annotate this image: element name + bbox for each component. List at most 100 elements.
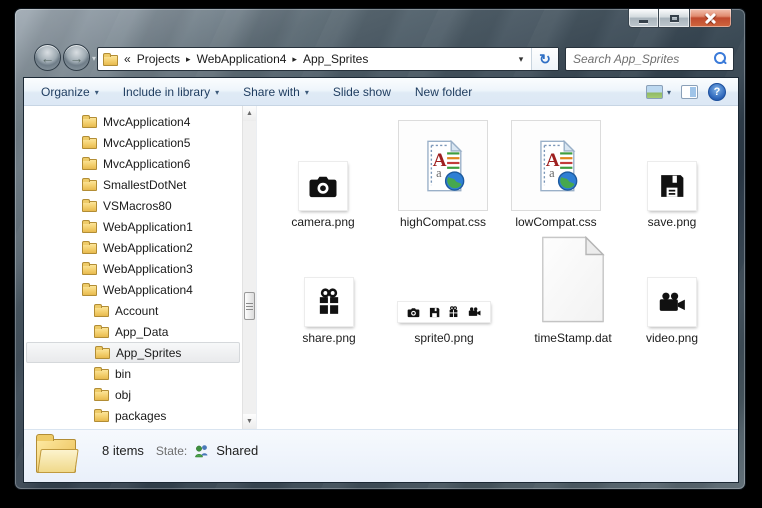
camera-icon [299, 162, 347, 210]
tree-item-mvcapplication6[interactable]: MvcApplication6 [24, 153, 242, 174]
tree-item-partial[interactable] [24, 426, 242, 429]
tree-item-account[interactable]: Account [24, 300, 242, 321]
folder-icon [82, 199, 97, 212]
breadcrumb-segment-webapplication4[interactable]: WebApplication4 [197, 52, 287, 66]
tree-item-bin[interactable]: bin [24, 363, 242, 384]
slide-show-button[interactable]: Slide show [324, 81, 400, 103]
camera-icon [407, 307, 420, 317]
address-bar[interactable]: « Projects ▸ WebApplication4 ▸ App_Sprit… [97, 47, 559, 71]
chevron-down-icon: ▾ [94, 87, 99, 97]
tree-item-packages[interactable]: packages [24, 405, 242, 426]
breadcrumb-segment-projects[interactable]: Projects [137, 52, 180, 66]
details-text: 8 items State: Shared [102, 443, 258, 458]
breadcrumb-overflow[interactable]: « [124, 52, 131, 66]
scrollbar-thumb[interactable] [244, 292, 255, 320]
breadcrumb-separator-icon[interactable]: ▸ [186, 54, 191, 65]
file-item-video-png[interactable]: video.png [612, 236, 732, 345]
explorer-window: ← → ▾ « Projects ▸ WebApplication4 ▸ App… [14, 8, 746, 490]
css-document-icon: A a [511, 120, 601, 211]
tree-item-webapplication2[interactable]: WebApplication2 [24, 237, 242, 258]
file-name: timeStamp.dat [534, 331, 612, 345]
file-item-sprite0-png[interactable]: sprite0.png [384, 236, 504, 345]
tree-item-smallestdotnet[interactable]: SmallestDotNet [24, 174, 242, 195]
new-folder-button[interactable]: New folder [406, 81, 481, 103]
folder-icon [94, 367, 109, 380]
folder-icon [82, 262, 97, 275]
views-icon [645, 84, 663, 99]
slide-show-label: Slide show [332, 84, 391, 99]
folder-icon [94, 325, 109, 338]
forward-button[interactable]: → [63, 44, 90, 71]
tree-item-vsmacros80[interactable]: VSMacros80 [24, 195, 242, 216]
tree-item-mvcapplication4[interactable]: MvcApplication4 [24, 111, 242, 132]
folder-icon [94, 388, 109, 401]
pane-splitter[interactable] [256, 106, 269, 429]
toolbar-right-group: ▾ ? [645, 82, 738, 101]
minimize-button[interactable] [628, 9, 659, 28]
chevron-down-icon: ▾ [215, 87, 220, 97]
include-in-library-button[interactable]: Include in library ▾ [114, 81, 228, 103]
svg-text:a: a [436, 165, 442, 179]
navigation-pane: MvcApplication4 MvcApplication5 MvcAppli… [24, 106, 256, 429]
scroll-down-button[interactable]: ▼ [243, 414, 256, 429]
folder-icon [82, 241, 97, 254]
tree-item-webapplication1[interactable]: WebApplication1 [24, 216, 242, 237]
chevron-down-icon: ▾ [304, 87, 309, 97]
folder-icon [95, 346, 110, 359]
folder-icon [94, 304, 109, 317]
save-icon [429, 307, 439, 317]
back-button[interactable]: ← [34, 44, 61, 71]
search-icon[interactable] [711, 50, 729, 68]
tree-item-app-sprites-selected[interactable]: App_Sprites [26, 342, 240, 363]
minimize-icon [639, 19, 648, 23]
tree-item-webapplication4[interactable]: WebApplication4 [24, 279, 242, 300]
explorer-body: MvcApplication4 MvcApplication5 MvcAppli… [24, 106, 738, 429]
folder-icon [82, 220, 97, 233]
item-count: 8 items [102, 443, 144, 458]
address-dropdown-button[interactable]: ▾ [510, 48, 531, 70]
file-item-save-png[interactable]: save.png [612, 112, 732, 229]
css-document-icon: A a [398, 120, 488, 211]
tree-item-obj[interactable]: obj [24, 384, 242, 405]
breadcrumb-segment-app-sprites[interactable]: App_Sprites [303, 52, 368, 66]
share-icon [305, 278, 353, 326]
breadcrumb-separator-icon[interactable]: ▸ [292, 54, 297, 65]
new-folder-label: New folder [414, 84, 473, 99]
file-item-share-png[interactable]: share.png [269, 236, 389, 345]
folder-icon [82, 136, 97, 149]
change-view-button[interactable]: ▾ [645, 84, 671, 99]
include-in-library-label: Include in library [122, 84, 211, 99]
tree-item-mvcapplication5[interactable]: MvcApplication5 [24, 132, 242, 153]
file-name: save.png [647, 215, 697, 229]
tree-item-webapplication3[interactable]: WebApplication3 [24, 258, 242, 279]
video-icon [469, 307, 481, 316]
file-name: share.png [302, 331, 356, 345]
file-item-camera-png[interactable]: camera.png [269, 112, 383, 229]
refresh-button[interactable]: ↻ [531, 48, 558, 70]
scroll-up-button[interactable]: ▲ [243, 106, 256, 121]
forward-arrow-icon: → [69, 49, 84, 66]
close-button[interactable] [689, 9, 732, 28]
refresh-icon: ↻ [539, 50, 551, 67]
large-folder-icon [36, 434, 76, 473]
file-item-highcompat-css[interactable]: A a highCompat.css [383, 112, 503, 229]
recent-pages-dropdown[interactable]: ▾ [92, 54, 96, 63]
folder-tree: MvcApplication4 MvcApplication5 MvcAppli… [24, 111, 242, 429]
maximize-button[interactable] [659, 9, 689, 28]
share-with-label: Share with [243, 84, 300, 99]
search-input[interactable] [566, 52, 711, 66]
caption-button-group [628, 9, 732, 28]
file-item-lowcompat-css[interactable]: A a lowCompat.css [496, 112, 616, 229]
sprite-strip-icon [398, 302, 490, 322]
command-toolbar: Organize ▾ Include in library ▾ Share wi… [24, 78, 738, 106]
tree-item-app-data[interactable]: App_Data [24, 321, 242, 342]
state-value: Shared [216, 443, 259, 458]
share-with-button[interactable]: Share with ▾ [234, 81, 318, 103]
sidebar-scrollbar[interactable]: ▲ ▼ [242, 106, 256, 429]
open-folder-icon [82, 283, 97, 296]
chevron-down-icon: ▾ [666, 87, 671, 97]
help-button[interactable]: ? [708, 82, 726, 101]
file-name: lowCompat.css [515, 215, 597, 229]
organize-button[interactable]: Organize ▾ [32, 81, 108, 103]
preview-pane-button[interactable] [681, 84, 698, 99]
